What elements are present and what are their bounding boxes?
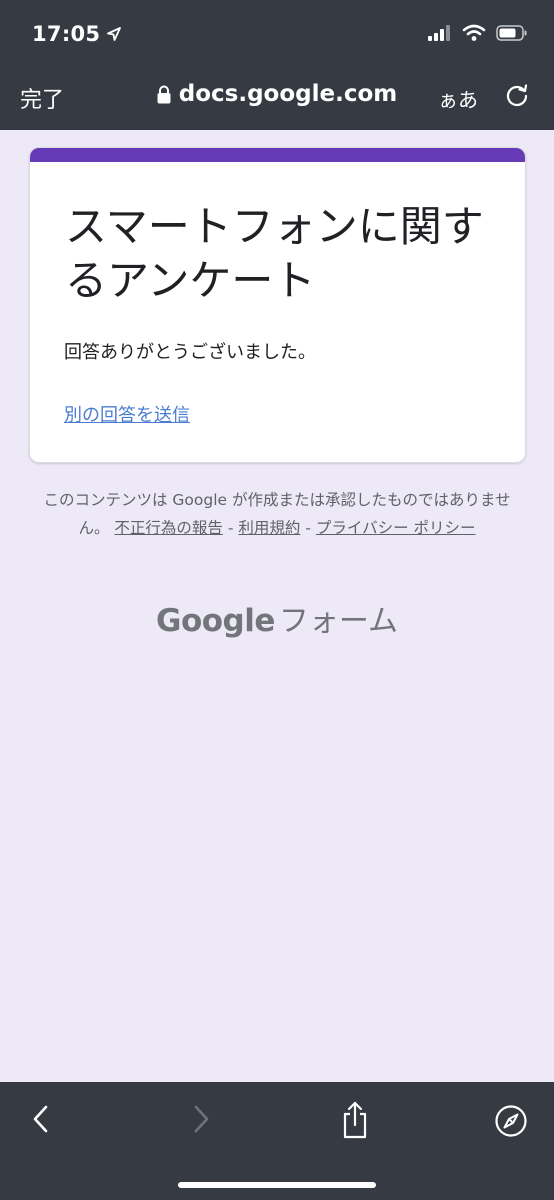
browser-top-bar: 17:05 完了 docs.google.com ぁあ [0, 0, 554, 130]
url-text[interactable]: docs.google.com [179, 81, 397, 107]
terms-link[interactable]: 利用規約 [238, 519, 300, 537]
form-card: スマートフォンに関するアンケート 回答ありがとうございました。 別の回答を送信 [29, 147, 526, 463]
location-arrow-icon [107, 27, 122, 41]
text-size-button[interactable]: ぁあ [438, 84, 478, 113]
url-row: 完了 docs.google.com ぁあ [0, 74, 554, 118]
status-time: 17:05 [32, 22, 122, 46]
footer-disclaimer: このコンテンツは Google が作成または承認したものではありません。 不正行… [40, 486, 514, 542]
home-indicator [178, 1182, 376, 1188]
form-title: スマートフォンに関するアンケート [65, 202, 484, 305]
chevron-right-icon[interactable] [188, 1102, 214, 1136]
brand-google-text: Google [156, 603, 275, 639]
lock-icon [157, 85, 171, 103]
reload-icon[interactable] [504, 82, 530, 108]
status-time-text: 17:05 [32, 22, 101, 46]
chevron-left-icon[interactable] [28, 1102, 54, 1136]
form-card-accent [30, 148, 525, 162]
separator: - [305, 519, 311, 537]
confirmation-message: 回答ありがとうございました。 [64, 342, 316, 363]
done-button[interactable]: 完了 [20, 82, 64, 114]
privacy-policy-link[interactable]: プライバシー ポリシー [316, 519, 476, 537]
submit-another-response-link[interactable]: 別の回答を送信 [64, 401, 190, 427]
google-forms-logo[interactable]: Google フォーム [0, 596, 554, 640]
signal-icon [428, 25, 450, 41]
share-icon[interactable] [339, 1100, 371, 1140]
compass-icon[interactable] [494, 1104, 528, 1138]
battery-icon [496, 25, 527, 41]
wifi-icon [462, 24, 486, 41]
status-icons [428, 24, 528, 42]
report-abuse-link[interactable]: 不正行為の報告 [114, 519, 223, 537]
separator: - [227, 519, 234, 537]
brand-forms-text: フォーム [278, 604, 398, 639]
